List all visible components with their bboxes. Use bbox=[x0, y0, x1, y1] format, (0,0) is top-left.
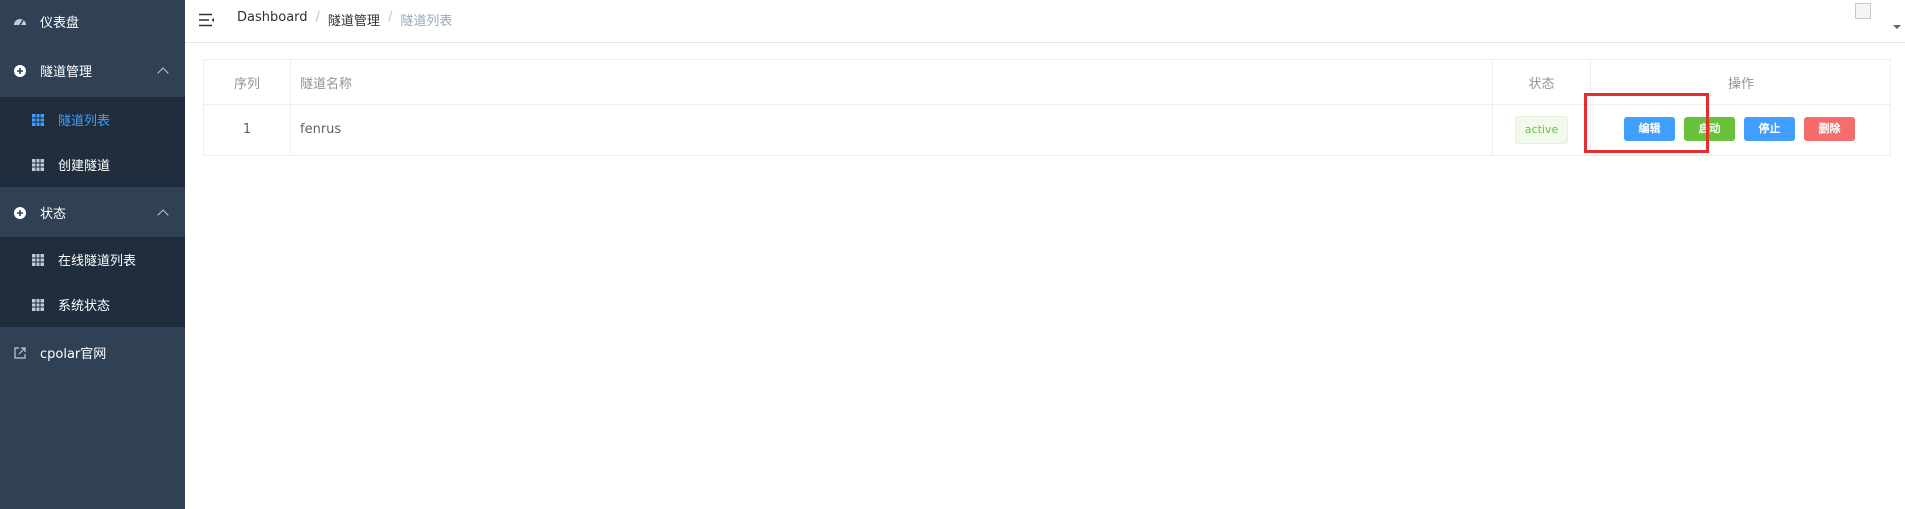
stop-button[interactable]: 停止 bbox=[1744, 117, 1795, 141]
breadcrumb-item-tunnel-management: 隧道管理 bbox=[327, 14, 380, 29]
sidebar-item-label: 隧道管理 bbox=[40, 65, 93, 80]
cell-tunnel-name: fenrus bbox=[291, 104, 1493, 155]
sidebar-item-tunnel-list[interactable]: 隧道列表 bbox=[0, 97, 185, 142]
plus-circle-icon bbox=[13, 206, 27, 220]
sidebar-item-cpolar-website[interactable]: cpolar官网 bbox=[0, 331, 185, 374]
sidebar-menu-status[interactable]: 状态 bbox=[0, 191, 185, 234]
chevron-up-icon bbox=[157, 66, 169, 79]
sidebar-item-label: 在线隧道列表 bbox=[58, 254, 137, 269]
sidebar-menu-tunnel-management[interactable]: 隧道管理 bbox=[0, 49, 185, 92]
breadcrumb-item-current: 隧道列表 bbox=[400, 14, 453, 29]
status-badge: active bbox=[1514, 115, 1569, 144]
cell-index: 1 bbox=[204, 104, 291, 155]
breadcrumb: Dashboard / 隧道管理 / 隧道列表 bbox=[237, 10, 452, 29]
avatar[interactable] bbox=[1855, 3, 1871, 19]
caret-down-icon[interactable] bbox=[1893, 25, 1901, 29]
highlight-box bbox=[1584, 93, 1709, 153]
sidebar-item-label: 系统状态 bbox=[58, 299, 111, 314]
hamburger-icon[interactable] bbox=[199, 12, 215, 27]
cell-status: active bbox=[1493, 104, 1591, 155]
navbar: Dashboard / 隧道管理 / 隧道列表 bbox=[185, 0, 1905, 43]
sidebar-item-online-tunnels[interactable]: 在线隧道列表 bbox=[0, 237, 185, 282]
breadcrumb-separator: / bbox=[315, 10, 320, 25]
sidebar-item-label: 隧道列表 bbox=[58, 114, 111, 129]
grid-icon bbox=[31, 253, 45, 267]
dashboard-icon bbox=[13, 15, 27, 29]
chevron-up-icon bbox=[157, 208, 169, 221]
sidebar-item-create-tunnel[interactable]: 创建隧道 bbox=[0, 142, 185, 187]
grid-icon bbox=[31, 158, 45, 172]
sidebar-item-dashboard[interactable]: 仪表盘 bbox=[0, 0, 185, 43]
external-link-icon bbox=[13, 346, 27, 360]
sidebar-item-label: 仪表盘 bbox=[40, 16, 80, 31]
sidebar-item-label: cpolar官网 bbox=[40, 347, 107, 362]
column-header-name: 隧道名称 bbox=[291, 60, 1493, 104]
grid-icon bbox=[31, 298, 45, 312]
breadcrumb-separator: / bbox=[387, 10, 393, 25]
sidebar-item-system-status[interactable]: 系统状态 bbox=[0, 282, 185, 327]
sidebar-item-label: 状态 bbox=[40, 207, 67, 222]
column-header-index: 序列 bbox=[204, 60, 291, 104]
delete-button[interactable]: 删除 bbox=[1804, 117, 1855, 141]
column-header-status: 状态 bbox=[1493, 60, 1591, 104]
sidebar: 仪表盘 隧道管理 隧道列表 创建隧道 状态 在线隧道列表 系统状态 cpolar… bbox=[0, 0, 185, 509]
plus-circle-icon bbox=[13, 64, 27, 78]
sidebar-item-label: 创建隧道 bbox=[58, 159, 111, 174]
grid-icon bbox=[31, 113, 45, 127]
breadcrumb-item-dashboard[interactable]: Dashboard bbox=[237, 10, 308, 29]
